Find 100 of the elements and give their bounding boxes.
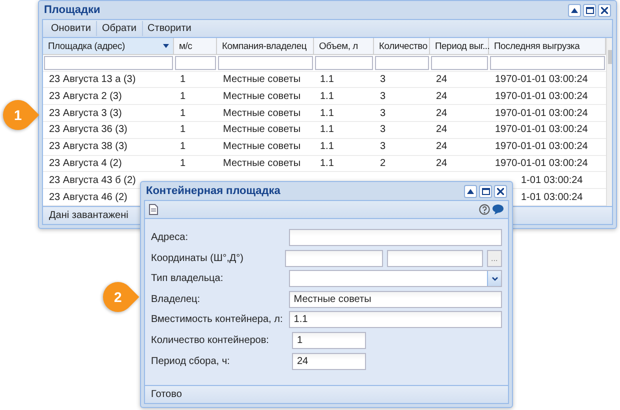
table-cell: 1970-01-01 03:00:24 [495,108,588,119]
filter-field[interactable] [490,56,605,70]
filter-field[interactable] [315,56,373,70]
dropdown-icon [163,44,169,48]
status-text: Дані завантажені [49,210,128,221]
close-icon [601,6,608,14]
pick-button[interactable]: ... [486,250,502,267]
table-cell: 3 [380,90,386,102]
table-cell: 1970-01-01 03:00:24 [495,141,588,152]
table-cell: 3 [380,74,386,86]
table-cell: 1 [180,108,186,119]
table-cell: Местные советы [223,108,301,119]
maximize-button[interactable] [583,4,596,16]
document-button[interactable] [149,204,158,215]
table-cell: 24 [436,141,448,152]
field-label: Адреса: [151,232,189,243]
input-field[interactable] [288,229,502,246]
speech-bubble-icon [492,204,504,215]
table-cell: Местные советы [223,124,301,136]
field-label: Координаты (Ш°,Д°) [151,252,244,264]
table-cell: Местные советы [223,90,301,102]
table-cell: 23 Августа 38 (3) [49,141,128,152]
table-cell: 24 [436,108,448,119]
table-cell: 23 Августа 13 а (3) [49,74,136,86]
table-cell: 23 Августа 4 (2) [49,158,122,170]
comment-button[interactable] [492,204,504,215]
table-cell: 2 [380,158,386,170]
input-field[interactable]: 1.1 [288,311,502,328]
collapse-button[interactable] [568,4,581,16]
field-label: Период сбора, ч: [151,356,231,367]
window-title: Площадки [44,4,100,16]
filter-field[interactable] [175,56,216,70]
column-header[interactable]: Компания-владелец [217,38,314,54]
table-cell: 1.1 [320,141,334,152]
column-header[interactable]: Площадка (адрес) [43,38,174,54]
field-label: Количество контейнеров: [151,334,270,346]
column-header[interactable]: Период выг... [430,38,489,54]
table-cell: 3 [380,124,386,136]
table-cell: 1970-01-01 03:00:24 [495,158,588,170]
table-cell: 1 [180,124,186,136]
close-button[interactable] [598,4,611,16]
latitude-field[interactable] [284,250,383,267]
help-button[interactable] [479,204,490,215]
filter-field[interactable] [375,56,429,70]
maximize-button[interactable] [479,184,492,198]
table-cell: 1 [180,141,186,152]
toolbar-button[interactable]: Оновити [46,21,97,36]
table-cell: 24 [436,74,448,86]
window-title: Контейнерная площадка [146,185,280,197]
table-cell: 3 [380,108,386,119]
table-cell: Местные советы [223,74,301,86]
table-cell: 23 Августа 46 (2) [49,192,128,203]
close-icon [497,188,504,194]
filter-field[interactable] [431,56,488,70]
table-cell: 23 Августа 36 (3) [49,124,128,136]
table-cell: 1.1 [320,90,334,102]
status-text: Готово [151,389,182,400]
column-header[interactable]: Количество [374,38,430,54]
collapse-button[interactable] [464,184,477,198]
table-cell: 1970-01-01 03:00:24 [495,90,588,102]
table-cell: 23 Августа 43 б (2) [49,174,136,186]
column-header[interactable]: Объем, л [314,38,374,54]
input-field[interactable]: 24 [292,352,366,370]
caret-icon [467,188,474,194]
table-cell: 1 [180,90,186,102]
document-icon [149,204,158,215]
column-header[interactable]: м/с [174,38,217,54]
table-cell: 24 [436,124,448,136]
table-cell: 1-01 03:00:24 [521,174,583,186]
filter-field[interactable] [44,56,173,70]
table-cell: 1970-01-01 03:00:24 [495,124,588,136]
table-cell: 23 Августа 3 (3) [49,108,122,119]
toolbar-button[interactable]: Створити [142,21,196,36]
table-cell: 1 [180,74,186,86]
longitude-field[interactable] [386,250,483,267]
table-cell: 1 [180,158,186,170]
scrollbar[interactable] [606,38,612,206]
table-cell: 3 [380,141,386,152]
table-cell: Местные советы [223,158,301,170]
field-label: Владелец: [151,294,202,305]
table-cell: 23 Августа 2 (3) [49,90,122,102]
filter-field[interactable] [218,56,313,70]
input-field[interactable]: Местные советы [288,290,502,308]
combo-field[interactable] [288,270,502,288]
help-icon [479,204,490,215]
table-cell: Местные советы [223,141,301,152]
table-cell: 1.1 [320,124,334,136]
table-cell: 1.1 [320,74,334,86]
caret-icon [571,8,578,12]
table-cell: 24 [436,158,448,170]
toolbar-button[interactable]: Обрати [96,21,143,36]
close-button[interactable] [494,184,507,198]
input-field[interactable]: 1 [292,332,366,349]
field-label: Тип владельца: [151,273,224,284]
maximize-icon [482,188,490,194]
table-cell: 1-01 03:00:24 [521,192,583,203]
table-cell: 1.1 [320,108,334,119]
table-cell: 24 [436,90,448,102]
table-cell: 1970-01-01 03:00:24 [495,74,588,86]
maximize-icon [586,6,594,14]
